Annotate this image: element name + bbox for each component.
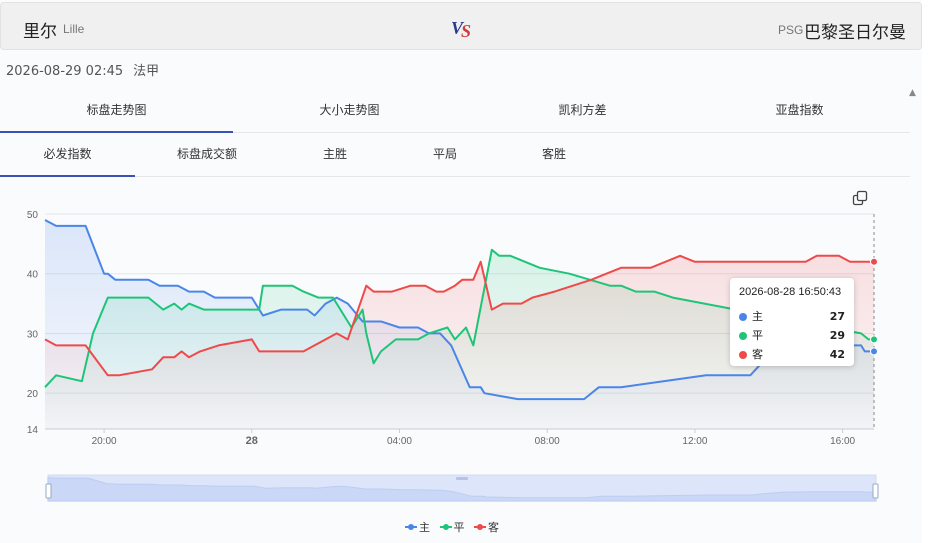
scroll-up-arrow-icon[interactable]: ▲ xyxy=(909,88,916,98)
x-tick-label: 16:00 xyxy=(830,436,855,447)
tab-turnover[interactable]: 标盘成交额 xyxy=(148,133,266,177)
y-tick-label: 50 xyxy=(27,210,39,221)
tooltip-value-away: 42 xyxy=(829,348,845,361)
league-name[interactable]: 法甲 xyxy=(133,64,159,79)
line-marker-icon xyxy=(439,522,452,532)
primary-tabs: 标盘走势图 大小走势图 凯利方差 亚盘指数 xyxy=(0,88,910,133)
away-team-name[interactable]: 巴黎圣日尔曼 xyxy=(804,18,906,43)
end-point-draw xyxy=(870,335,878,344)
tab-kelly-variance[interactable]: 凯利方差 xyxy=(466,88,699,133)
tooltip-row-home: 主 27 xyxy=(739,307,845,326)
legend-item-draw[interactable]: 平 xyxy=(439,519,465,535)
y-tick-label: 20 xyxy=(27,389,39,400)
tab-over-under-trend[interactable]: 大小走势图 xyxy=(233,88,466,133)
chart-tooltip: 2026-08-28 16:50:43 主 27 平 29 客 42 xyxy=(730,278,854,366)
match-datetime: 2026-08-29 02:45 xyxy=(6,64,124,79)
x-tick-label: 08:00 xyxy=(535,436,560,447)
tab-betfair-index[interactable]: 必发指数 xyxy=(0,133,135,177)
secondary-tabs: 必发指数 标盘成交额 主胜 平局 客胜 xyxy=(0,133,910,177)
draw-dot-icon xyxy=(739,332,747,340)
tooltip-time: 2026-08-28 16:50:43 xyxy=(739,286,842,298)
tab-odds-trend[interactable]: 标盘走势图 xyxy=(0,88,233,133)
y-tick-label: 30 xyxy=(27,329,39,340)
y-tick-label: 40 xyxy=(27,270,39,281)
home-dot-icon xyxy=(739,313,747,321)
tab-away-win[interactable]: 客胜 xyxy=(519,133,589,177)
tooltip-row-draw: 平 29 xyxy=(739,326,845,345)
zoom-handle-right[interactable] xyxy=(872,483,879,499)
match-meta: 2026-08-29 02:45 法甲 xyxy=(6,60,159,79)
line-marker-icon xyxy=(405,522,417,532)
chart-legend: 主 平 客 xyxy=(405,519,505,535)
home-team-english: Lille xyxy=(63,22,85,36)
tooltip-row-away: 客 42 xyxy=(739,345,845,364)
x-tick-label: 20:00 xyxy=(92,436,117,447)
end-point-home xyxy=(870,347,878,356)
legend-item-away[interactable]: 客 xyxy=(474,519,499,535)
y-tick-label: 14 xyxy=(27,425,39,436)
end-point-away xyxy=(870,257,878,266)
legend-item-home[interactable]: 主 xyxy=(405,519,430,535)
zoom-move-handle[interactable] xyxy=(456,477,468,480)
tooltip-value-home: 27 xyxy=(829,310,845,323)
x-tick-label: 04:00 xyxy=(387,436,412,447)
page-frame: 里尔 Lille VS PSG 巴黎圣日尔曼 2026-08-29 02:45 法… xyxy=(0,0,922,543)
page-scrollbar[interactable] xyxy=(922,0,930,543)
tab-home-win[interactable]: 主胜 xyxy=(300,133,370,177)
y-axis-labels: 14 20 30 40 50 xyxy=(27,210,39,436)
x-tick-label: 12:00 xyxy=(682,436,707,447)
x-axis-labels: 20:00 28 04:00 08:00 12:00 16:00 xyxy=(92,435,856,447)
tooltip-value-draw: 29 xyxy=(829,329,845,342)
data-zoom-slider[interactable] xyxy=(45,474,879,502)
vs-logo: VS xyxy=(451,18,471,41)
tab-draw[interactable]: 平局 xyxy=(410,133,480,177)
match-header: 里尔 Lille VS PSG 巴黎圣日尔曼 xyxy=(0,2,922,50)
tab-asian-handicap[interactable]: 亚盘指数 xyxy=(683,88,916,133)
zoom-handle-left[interactable] xyxy=(45,483,52,499)
line-marker-icon xyxy=(474,522,486,532)
home-team-name[interactable]: 里尔 xyxy=(23,17,57,42)
away-team-abbr: PSG xyxy=(778,23,804,37)
x-tick-label: 28 xyxy=(246,435,258,447)
away-dot-icon xyxy=(739,351,747,359)
